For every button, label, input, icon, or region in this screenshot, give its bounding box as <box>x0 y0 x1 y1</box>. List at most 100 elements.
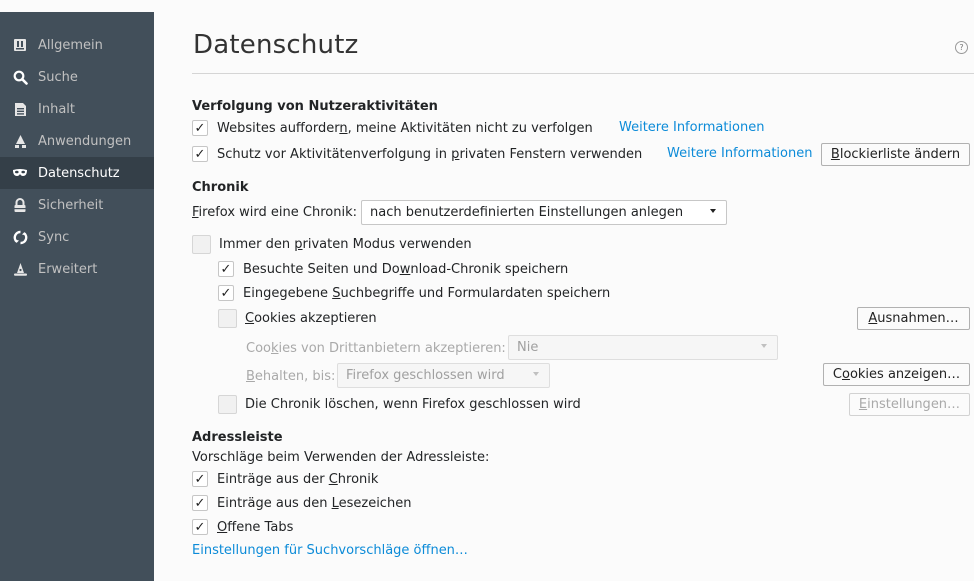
clear-settings-button[interactable]: Einstellungen… <box>849 393 970 416</box>
form-history-row: ✓ Eingegebene Suchbegriffe und Formulard… <box>218 282 610 304</box>
wizard-hat-icon <box>12 261 28 277</box>
sidebar-item-inhalt[interactable]: Inhalt <box>0 93 154 125</box>
clear-on-close-checkbox[interactable] <box>218 394 237 414</box>
private-mode-row: Immer den privaten Modus verwenden <box>192 233 472 255</box>
dnt-label-text: Websites aufforder <box>217 120 340 136</box>
dnt-row: ✓ Websites auffordern, meine Aktivitäten… <box>192 117 593 139</box>
always-private-label: Immer den privaten Modus verwenden <box>219 237 472 252</box>
privacy-pane: Datenschutz ? Verfolgung von Nutzeraktiv… <box>154 0 974 581</box>
settings-label: instellungen… <box>867 397 961 412</box>
help-icon[interactable]: ? <box>955 41 968 54</box>
suggest-bookmarks-text-end: esezeichen <box>338 495 412 511</box>
tracking-protection-learn-more-link[interactable]: Weitere Informationen <box>667 146 812 161</box>
suggest-open-tabs-label: Offene Tabs <box>217 520 293 535</box>
remember-forms-label: Eingegebene Suchbegriffe und Formulardat… <box>243 286 610 301</box>
exceptions-label: usnahmen… <box>877 311 959 326</box>
suggest-bookmarks-accesskey: L <box>331 495 339 511</box>
suggest-bookmarks-checkbox[interactable]: ✓ <box>192 495 208 511</box>
clear-label-text: Die Chronik löschen, wenn Firefox <box>245 396 470 412</box>
forms-label-text-end: uchbegriffe und Formulardaten speichern <box>340 285 611 301</box>
sidebar-item-anwendungen[interactable]: Anwendungen <box>0 125 154 157</box>
accept-cookies-row: Cookies akzeptieren <box>218 307 377 329</box>
dnt-checkbox[interactable]: ✓ <box>192 120 208 136</box>
dnt-learn-more-link[interactable]: Weitere Informationen <box>619 120 764 135</box>
content-icon <box>12 101 28 117</box>
sidebar-item-label: Suche <box>38 69 78 85</box>
applications-icon <box>12 133 28 149</box>
keep-until-label: Behalten, bis: <box>246 369 335 384</box>
suggest-open-tabs-checkbox[interactable]: ✓ <box>192 519 208 535</box>
chevron-down-icon <box>533 372 539 376</box>
search-icon <box>12 69 28 85</box>
sidebar-item-erweitert[interactable]: Erweitert <box>0 253 154 285</box>
page-title: Datenschutz <box>193 30 359 60</box>
always-private-checkbox[interactable] <box>192 234 211 254</box>
sidebar-item-label: Sicherheit <box>38 197 104 213</box>
accept-cookies-checkbox[interactable] <box>218 308 237 328</box>
lock-icon <box>12 197 28 213</box>
suggest-tabs-row: ✓ Offene Tabs <box>192 516 293 538</box>
suggest-tabs-text: ffene Tabs <box>227 519 294 535</box>
show-cookies-button[interactable]: Co okies anzeigen… <box>823 363 970 386</box>
history-mode-label-text: irefox wird eine Chronik: <box>198 205 357 220</box>
privacy-mask-icon <box>12 165 28 181</box>
remember-history-checkbox[interactable]: ✓ <box>218 261 234 277</box>
dnt-accesskey: n <box>339 120 348 136</box>
third-accesskey: k <box>270 341 279 356</box>
suggest-history-checkbox[interactable]: ✓ <box>192 471 208 487</box>
third-party-value: Nie <box>517 340 539 355</box>
third-label-text-end: ies von Drittanbietern akzeptieren: <box>278 341 506 356</box>
sidebar-item-allgemein[interactable]: Allgemein <box>0 29 154 61</box>
sidebar-item-sync[interactable]: Sync <box>0 221 154 253</box>
suggest-bookmarks-label: Einträge aus den Lesezeichen <box>217 496 411 511</box>
keep-until-value: Firefox geschlossen wird <box>346 368 505 383</box>
history-mode-select[interactable]: nach benutzerdefinierten Einstellungen a… <box>361 200 727 225</box>
search-suggestions-settings-link[interactable]: Einstellungen für Suchvorschläge öffnen… <box>192 543 468 558</box>
private-label-text-end: rivaten Modus verwenden <box>302 236 472 252</box>
general-icon <box>12 37 28 53</box>
remember-history-label: Besuchte Seiten und Download-Chronik spe… <box>243 262 568 277</box>
preferences-window: Allgemein Suche Inhalt Anwendungen Daten… <box>0 0 974 581</box>
tracking-protection-label: Schutz vor Aktivitätenverfolgung in priv… <box>217 147 642 162</box>
chevron-down-icon <box>761 344 767 348</box>
suggest-history-row: ✓ Einträge aus der Chronik <box>192 468 378 490</box>
tracking-section-title: Verfolgung von Nutzeraktivitäten <box>192 99 438 114</box>
tracking-protection-checkbox[interactable]: ✓ <box>192 146 208 162</box>
clear-on-close-row: Die Chronik löschen, wenn Firefox geschl… <box>218 393 581 415</box>
change-blocklist-button[interactable]: Blockierliste ändern <box>821 143 970 166</box>
sidebar-item-datenschutz[interactable]: Datenschutz <box>0 157 154 189</box>
clear-on-close-label: Die Chronik löschen, wenn Firefox geschl… <box>245 397 581 412</box>
sidebar-item-suche[interactable]: Suche <box>0 61 154 93</box>
blocklist-accesskey: B <box>830 147 840 162</box>
show-cookies-label-end: okies anzeigen… <box>849 367 961 382</box>
tracking-protection-row: ✓ Schutz vor Aktivitätenverfolgung in pr… <box>192 143 642 165</box>
sidebar-item-label: Sync <box>38 229 70 245</box>
third-party-cookies-label: Cookies von Drittanbietern akzeptieren: <box>246 341 506 356</box>
suggest-history-text: Einträge aus der <box>217 471 329 487</box>
sidebar-item-label: Erweitert <box>38 261 98 277</box>
private-accesskey: p <box>294 236 303 252</box>
suggest-bookmarks-row: ✓ Einträge aus den Lesezeichen <box>192 492 411 514</box>
keep-until-select[interactable]: Firefox geschlossen wird <box>337 363 550 388</box>
tp-label-text: Schutz vor Aktivitätenverfolgung in <box>217 146 452 162</box>
sidebar: Allgemein Suche Inhalt Anwendungen Daten… <box>0 12 154 581</box>
suggest-history-accesskey: C <box>328 471 338 487</box>
accept-cookies-label: Cookies akzeptieren <box>245 311 377 326</box>
sync-icon <box>12 229 28 245</box>
sidebar-item-sicherheit[interactable]: Sicherheit <box>0 189 154 221</box>
suggest-history-text-end: hronik <box>337 471 379 487</box>
clear-label-text-end: eschlossen wird <box>477 396 581 412</box>
show-cookies-label: C <box>832 367 842 382</box>
suggest-tabs-accesskey: O <box>217 519 228 535</box>
urlbar-suggestions-label: Vorschläge beim Verwenden der Adressleis… <box>192 450 490 465</box>
visited-pages-row: ✓ Besuchte Seiten und Download-Chronik s… <box>218 258 568 280</box>
visited-label-text-end: nload-Chronik speichern <box>410 261 569 277</box>
visited-label-text: Besuchte Seiten und Do <box>243 261 400 277</box>
sidebar-item-label: Inhalt <box>38 101 75 117</box>
suggest-bookmarks-text: Einträge aus den <box>217 495 332 511</box>
history-mode-value: nach benutzerdefinierten Einstellungen a… <box>370 205 684 220</box>
remember-forms-checkbox[interactable]: ✓ <box>218 285 234 301</box>
forms-label-text: Eingegebene <box>243 285 333 301</box>
cookie-exceptions-button[interactable]: Ausnahmen… <box>857 307 970 330</box>
third-party-cookies-select[interactable]: Nie <box>508 335 778 360</box>
